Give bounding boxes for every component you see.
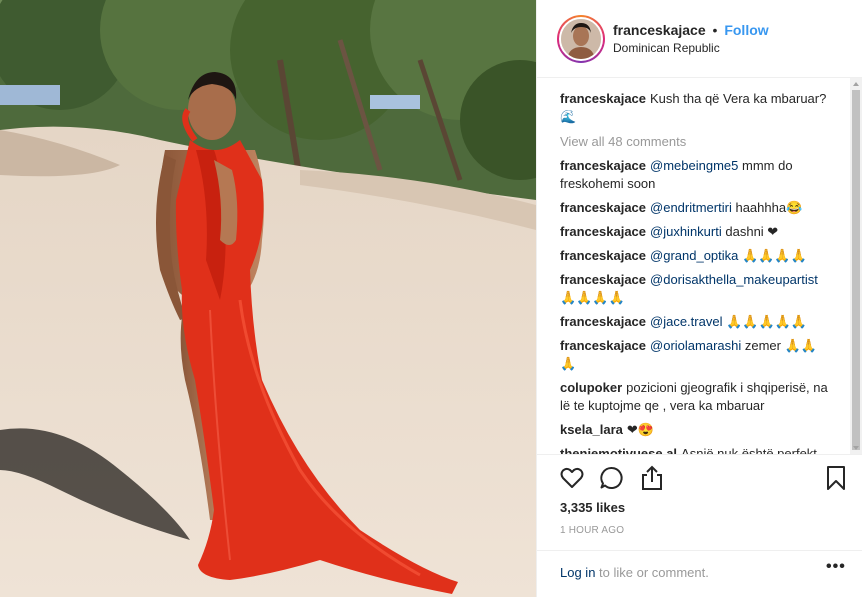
- more-options-icon[interactable]: •••: [826, 558, 846, 576]
- view-all-comments-link[interactable]: View all 48 comments: [560, 133, 833, 151]
- header-line: franceskajace • Follow: [613, 21, 769, 39]
- comment-text: 🙏🙏🙏🙏: [742, 248, 807, 263]
- scroll-down-arrow-icon[interactable]: [853, 446, 859, 450]
- comment-username[interactable]: ksela_lara: [560, 422, 623, 437]
- scrollbar-thumb[interactable]: [852, 90, 860, 450]
- follow-button[interactable]: Follow: [724, 22, 768, 38]
- bookmark-icon[interactable]: [823, 465, 849, 491]
- comment-text: 🙏🙏🙏🙏🙏: [726, 314, 808, 329]
- comment-item: franceskajace @dorisakthella_makeupartist…: [560, 271, 833, 307]
- post-photo[interactable]: [0, 0, 536, 597]
- likes-count[interactable]: 3,335 likes: [560, 500, 625, 515]
- comment-mention[interactable]: @endritmertiri: [650, 200, 732, 215]
- login-link[interactable]: Log in: [560, 565, 595, 580]
- comment-item: franceskajace @jace.travel 🙏🙏🙏🙏🙏: [560, 313, 833, 331]
- caption: franceskajace Kush tha që Vera ka mbaruar…: [560, 90, 833, 126]
- comment-item: colupoker pozicioni gjeografik i shqiperi…: [560, 379, 833, 415]
- comment-username[interactable]: franceskajace: [560, 248, 646, 263]
- post-header: franceskajace • Follow Dominican Republi…: [537, 0, 862, 78]
- heart-icon[interactable]: [559, 465, 585, 491]
- comments-list[interactable]: franceskajace Kush tha që Vera ka mbaruar…: [537, 78, 862, 454]
- comment-item: franceskajace @grand_optika 🙏🙏🙏🙏: [560, 247, 833, 265]
- comment-mention[interactable]: @oriolamarashi: [650, 338, 741, 353]
- action-icons: [559, 465, 849, 495]
- instagram-post: franceskajace • Follow Dominican Republi…: [0, 0, 862, 597]
- comment-item: theniemotivuese.al Asnjë nuk është perfek…: [560, 445, 833, 454]
- comment-mention[interactable]: @grand_optika: [650, 248, 738, 263]
- comment-item: franceskajace @juxhinkurti dashni ❤: [560, 223, 833, 241]
- comment-icon[interactable]: [599, 465, 625, 491]
- comment-text: haahhha😂: [735, 200, 803, 215]
- login-prompt: Log in to like or comment.: [537, 550, 862, 597]
- header-username[interactable]: franceskajace: [613, 22, 706, 38]
- avatar-image: [561, 18, 601, 59]
- location-link[interactable]: Dominican Republic: [613, 39, 769, 57]
- comment-item: franceskajace @mebeingme5 mmm do freskohe…: [560, 157, 833, 193]
- comment-username[interactable]: franceskajace: [560, 200, 646, 215]
- comment-text: 🙏🙏🙏🙏: [560, 290, 625, 305]
- header-text: franceskajace • Follow Dominican Republi…: [613, 21, 769, 57]
- beach-photo: [0, 0, 536, 597]
- login-prompt-text: to like or comment.: [599, 565, 709, 580]
- comment-mention[interactable]: @juxhinkurti: [650, 224, 722, 239]
- scroll-up-arrow-icon[interactable]: [853, 82, 859, 86]
- comment-username[interactable]: franceskajace: [560, 314, 646, 329]
- avatar[interactable]: [559, 16, 603, 61]
- comment-mention[interactable]: @jace.travel: [650, 314, 722, 329]
- post-actions: 3,335 likes 1 HOUR AGO Log in to like or…: [537, 454, 862, 597]
- header-separator: •: [712, 21, 718, 38]
- comment-item: franceskajace @oriolamarashi zemer 🙏🙏🙏: [560, 337, 833, 373]
- post-sidebar: franceskajace • Follow Dominican Republi…: [536, 0, 862, 597]
- comment-username[interactable]: franceskajace: [560, 338, 646, 353]
- share-icon[interactable]: [639, 465, 665, 491]
- comment-username[interactable]: franceskajace: [560, 158, 646, 173]
- caption-username[interactable]: franceskajace: [560, 91, 646, 106]
- comment-text: dashni ❤: [725, 224, 779, 239]
- comment-username[interactable]: colupoker: [560, 380, 622, 395]
- comment-mention[interactable]: @dorisakthella_makeupartist: [650, 272, 818, 287]
- comment-item: ksela_lara ❤😍: [560, 421, 833, 439]
- comment-text: ❤😍: [626, 422, 654, 437]
- comment-item: franceskajace @endritmertiri haahhha😂: [560, 199, 833, 217]
- story-ring[interactable]: [557, 14, 605, 63]
- comments-scrollbar[interactable]: [850, 78, 862, 454]
- comment-mention[interactable]: @mebeingme5: [650, 158, 738, 173]
- post-timestamp[interactable]: 1 HOUR AGO: [560, 525, 624, 536]
- comment-username[interactable]: franceskajace: [560, 272, 646, 287]
- comment-username[interactable]: franceskajace: [560, 224, 646, 239]
- comment-username[interactable]: theniemotivuese.al: [560, 446, 677, 454]
